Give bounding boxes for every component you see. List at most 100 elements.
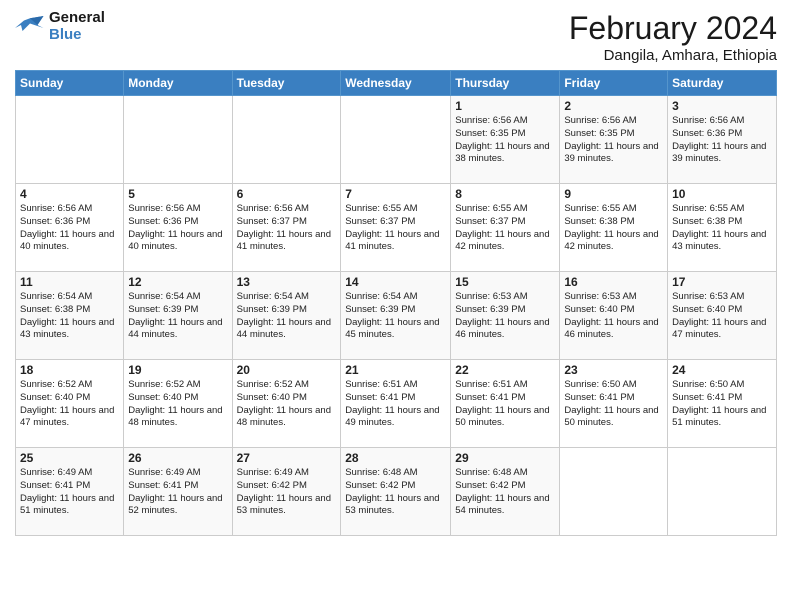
calendar-day-25: 25Sunrise: 6:49 AM Sunset: 6:41 PM Dayli… [16, 448, 124, 536]
day-info: Sunrise: 6:55 AM Sunset: 6:38 PM Dayligh… [564, 203, 663, 254]
day-number: 4 [20, 187, 119, 201]
calendar-day-2: 2 Sunrise: 6:56 AM Sunset: 6:35 PM Daylig… [560, 96, 668, 184]
logo-text: General Blue [49, 10, 105, 43]
day-info: Sunrise: 6:50 AM Sunset: 6:41 PM Dayligh… [564, 379, 663, 430]
day-number: 28 [345, 451, 446, 465]
day-info: Sunrise: 6:51 AM Sunset: 6:41 PM Dayligh… [455, 379, 555, 430]
day-info: Sunrise: 6:54 AM Sunset: 6:39 PM Dayligh… [128, 291, 227, 342]
calendar-week-row: 1 Sunrise: 6:56 AM Sunset: 6:35 PM Daylig… [16, 96, 777, 184]
calendar-week-row: 11 Sunrise: 6:54 AM Sunset: 6:38 PM Dayli… [16, 272, 777, 360]
calendar-header-wednesday: Wednesday [341, 71, 451, 96]
calendar-day-20: 20 Sunrise: 6:52 AM Sunset: 6:40 PM Dayli… [232, 360, 341, 448]
calendar-empty-cell [341, 96, 451, 184]
calendar-week-row: 18 Sunrise: 6:52 AM Sunset: 6:40 PM Dayli… [16, 360, 777, 448]
calendar-header-tuesday: Tuesday [232, 71, 341, 96]
day-info: Sunrise: 6:55 AM Sunset: 6:37 PM Dayligh… [345, 203, 446, 254]
day-info: Sunrise: 6:52 AM Sunset: 6:40 PM Dayligh… [237, 379, 337, 430]
day-info: Sunrise: 6:52 AM Sunset: 6:40 PM Dayligh… [20, 379, 119, 430]
calendar-day-3: 3 Sunrise: 6:56 AM Sunset: 6:36 PM Daylig… [668, 96, 777, 184]
calendar-day-21: 21Sunrise: 6:51 AM Sunset: 6:41 PM Dayli… [341, 360, 451, 448]
day-number: 2 [564, 99, 663, 113]
day-info: Sunrise: 6:49 AM Sunset: 6:42 PM Dayligh… [237, 467, 337, 518]
day-info: Sunrise: 6:48 AM Sunset: 6:42 PM Dayligh… [345, 467, 446, 518]
day-number: 17 [672, 275, 772, 289]
calendar-day-9: 9 Sunrise: 6:55 AM Sunset: 6:38 PM Daylig… [560, 184, 668, 272]
day-number: 1 [455, 99, 555, 113]
day-info: Sunrise: 6:56 AM Sunset: 6:36 PM Dayligh… [672, 115, 772, 166]
calendar-header-monday: Monday [124, 71, 232, 96]
day-number: 29 [455, 451, 555, 465]
calendar-day-5: 5Sunrise: 6:56 AM Sunset: 6:36 PM Daylig… [124, 184, 232, 272]
day-number: 15 [455, 275, 555, 289]
day-number: 10 [672, 187, 772, 201]
calendar-header-saturday: Saturday [668, 71, 777, 96]
calendar-day-15: 15 Sunrise: 6:53 AM Sunset: 6:39 PM Dayli… [451, 272, 560, 360]
day-info: Sunrise: 6:56 AM Sunset: 6:35 PM Dayligh… [564, 115, 663, 166]
day-number: 19 [128, 363, 227, 377]
day-info: Sunrise: 6:52 AM Sunset: 6:40 PM Dayligh… [128, 379, 227, 430]
day-info: Sunrise: 6:53 AM Sunset: 6:40 PM Dayligh… [672, 291, 772, 342]
calendar-day-1: 1 Sunrise: 6:56 AM Sunset: 6:35 PM Daylig… [451, 96, 560, 184]
day-number: 18 [20, 363, 119, 377]
day-number: 16 [564, 275, 663, 289]
calendar-header-sunday: Sunday [16, 71, 124, 96]
day-number: 3 [672, 99, 772, 113]
day-number: 6 [237, 187, 337, 201]
header: General Blue February 2024 Dangila, Amha… [15, 10, 777, 64]
calendar-day-27: 27 Sunrise: 6:49 AM Sunset: 6:42 PM Dayli… [232, 448, 341, 536]
calendar-header-row: SundayMondayTuesdayWednesdayThursdayFrid… [16, 71, 777, 96]
day-number: 23 [564, 363, 663, 377]
calendar-header-friday: Friday [560, 71, 668, 96]
month-title: February 2024 [569, 10, 777, 47]
day-number: 7 [345, 187, 446, 201]
day-info: Sunrise: 6:55 AM Sunset: 6:38 PM Dayligh… [672, 203, 772, 254]
day-number: 14 [345, 275, 446, 289]
calendar-empty-cell [124, 96, 232, 184]
day-info: Sunrise: 6:53 AM Sunset: 6:40 PM Dayligh… [564, 291, 663, 342]
day-info: Sunrise: 6:56 AM Sunset: 6:35 PM Dayligh… [455, 115, 555, 166]
calendar-empty-cell [668, 448, 777, 536]
calendar-day-18: 18 Sunrise: 6:52 AM Sunset: 6:40 PM Dayli… [16, 360, 124, 448]
calendar-day-13: 13 Sunrise: 6:54 AM Sunset: 6:39 PM Dayli… [232, 272, 341, 360]
day-number: 9 [564, 187, 663, 201]
calendar-day-7: 7 Sunrise: 6:55 AM Sunset: 6:37 PM Daylig… [341, 184, 451, 272]
day-info: Sunrise: 6:49 AM Sunset: 6:41 PM Dayligh… [128, 467, 227, 518]
calendar-week-row: 25Sunrise: 6:49 AM Sunset: 6:41 PM Dayli… [16, 448, 777, 536]
calendar-day-6: 6Sunrise: 6:56 AM Sunset: 6:37 PM Daylig… [232, 184, 341, 272]
day-number: 8 [455, 187, 555, 201]
day-number: 13 [237, 275, 337, 289]
day-number: 5 [128, 187, 227, 201]
calendar-day-24: 24 Sunrise: 6:50 AM Sunset: 6:41 PM Dayli… [668, 360, 777, 448]
logo-bird-icon [15, 14, 45, 39]
day-number: 27 [237, 451, 337, 465]
day-number: 20 [237, 363, 337, 377]
calendar-day-29: 29 Sunrise: 6:48 AM Sunset: 6:42 PM Dayli… [451, 448, 560, 536]
day-info: Sunrise: 6:55 AM Sunset: 6:37 PM Dayligh… [455, 203, 555, 254]
calendar-header-thursday: Thursday [451, 71, 560, 96]
day-number: 11 [20, 275, 119, 289]
day-info: Sunrise: 6:54 AM Sunset: 6:38 PM Dayligh… [20, 291, 119, 342]
page: General Blue February 2024 Dangila, Amha… [0, 0, 792, 612]
calendar-day-17: 17 Sunrise: 6:53 AM Sunset: 6:40 PM Dayli… [668, 272, 777, 360]
calendar-empty-cell [560, 448, 668, 536]
day-info: Sunrise: 6:48 AM Sunset: 6:42 PM Dayligh… [455, 467, 555, 518]
title-block: February 2024 Dangila, Amhara, Ethiopia [569, 10, 777, 64]
calendar-day-26: 26 Sunrise: 6:49 AM Sunset: 6:41 PM Dayli… [124, 448, 232, 536]
calendar-day-22: 22 Sunrise: 6:51 AM Sunset: 6:41 PM Dayli… [451, 360, 560, 448]
day-info: Sunrise: 6:50 AM Sunset: 6:41 PM Dayligh… [672, 379, 772, 430]
day-number: 24 [672, 363, 772, 377]
calendar-week-row: 4Sunrise: 6:56 AM Sunset: 6:36 PM Daylig… [16, 184, 777, 272]
day-info: Sunrise: 6:54 AM Sunset: 6:39 PM Dayligh… [345, 291, 446, 342]
calendar-day-12: 12Sunrise: 6:54 AM Sunset: 6:39 PM Dayli… [124, 272, 232, 360]
day-info: Sunrise: 6:53 AM Sunset: 6:39 PM Dayligh… [455, 291, 555, 342]
location-title: Dangila, Amhara, Ethiopia [569, 47, 777, 64]
logo: General Blue [15, 10, 105, 43]
calendar-day-10: 10 Sunrise: 6:55 AM Sunset: 6:38 PM Dayli… [668, 184, 777, 272]
day-info: Sunrise: 6:51 AM Sunset: 6:41 PM Dayligh… [345, 379, 446, 430]
calendar-day-19: 19 Sunrise: 6:52 AM Sunset: 6:40 PM Dayli… [124, 360, 232, 448]
calendar-day-8: 8 Sunrise: 6:55 AM Sunset: 6:37 PM Daylig… [451, 184, 560, 272]
calendar-table: SundayMondayTuesdayWednesdayThursdayFrid… [15, 70, 777, 536]
day-number: 26 [128, 451, 227, 465]
day-info: Sunrise: 6:54 AM Sunset: 6:39 PM Dayligh… [237, 291, 337, 342]
day-number: 22 [455, 363, 555, 377]
